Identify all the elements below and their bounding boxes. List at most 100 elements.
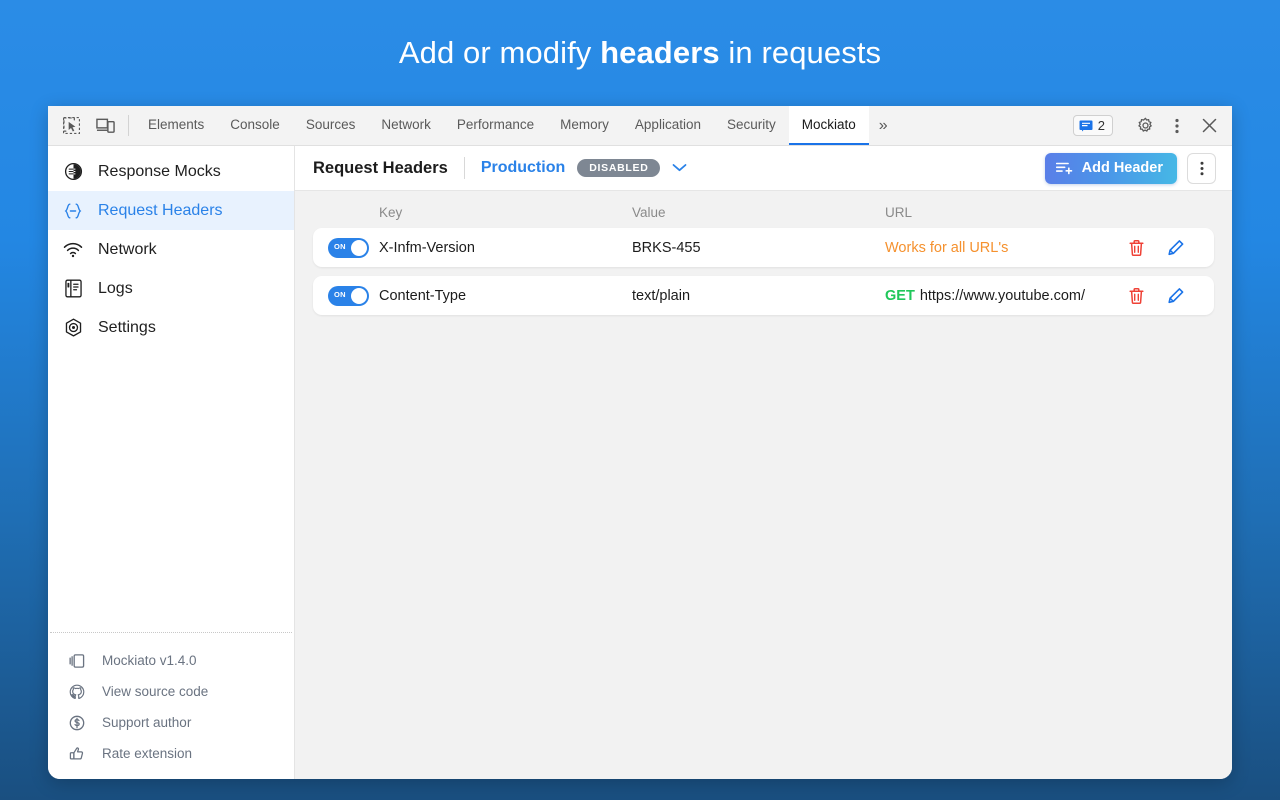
footer-item-support-author[interactable]: Support author [50,707,292,738]
request-headers-icon [62,200,84,222]
sidebar-item-network[interactable]: Network [48,230,294,269]
app-version-icon [68,652,86,670]
promo-text-after: in requests [719,35,882,70]
footer-item-label: Support author [102,715,192,730]
edit-pencil-icon [1168,239,1184,255]
table-row: ON X-Infm-Version BRKS-455 Works for all… [313,228,1214,267]
row-value: BRKS-455 [632,239,701,256]
edit-pencil-icon [1168,287,1184,303]
add-header-icon [1055,162,1072,174]
promo-headline: Add or modify headers in requests [0,0,1280,106]
tab-network[interactable]: Network [368,106,444,145]
row-enable-toggle[interactable]: ON [328,285,369,306]
trash-icon [1129,287,1144,304]
footer-item-rate-extension[interactable]: Rate extension [50,738,292,769]
edit-row-button[interactable] [1167,287,1185,305]
column-header-url: URL [885,205,913,220]
sidebar-item-label: Logs [98,279,133,297]
sidebar-item-logs[interactable]: Logs [48,269,294,308]
devtools-tabstrip: Elements Console Sources Network Perform… [48,106,1232,146]
tab-console[interactable]: Console [217,106,293,145]
devtools-window: Elements Console Sources Network Perform… [48,106,1232,779]
table-row: ON Content-Type text/plain GET https://ww… [313,276,1214,315]
toggle-knob [351,287,367,304]
footer-item-label: View source code [102,684,209,699]
message-count-label: 2 [1097,118,1105,133]
thumbs-up-icon [68,745,86,763]
tab-sources[interactable]: Sources [293,106,369,145]
message-count-badge[interactable]: 2 [1072,115,1113,136]
headers-table: Key Value URL ON X-Infm-Version BRKS-455 [295,191,1232,324]
row-url-all-label: Works for all URL's [885,239,1009,256]
more-options-icon[interactable] [1162,111,1192,141]
status-badge: DISABLED [577,158,660,178]
settings-gear-icon[interactable] [1130,111,1160,141]
delete-row-button[interactable] [1128,287,1145,305]
main-more-options-button[interactable] [1187,152,1216,184]
sidebar-item-label: Request Headers [98,201,223,219]
response-mocks-icon [62,161,84,183]
row-toggle-cell: ON [313,237,379,258]
tab-elements[interactable]: Elements [135,106,217,145]
add-header-button[interactable]: Add Header [1044,152,1177,184]
tab-performance[interactable]: Performance [444,106,547,145]
sidebar-item-label: Response Mocks [98,162,221,180]
toggle-state-label: ON [334,241,346,251]
toggle-knob [351,239,367,256]
page-title: Request Headers [313,158,448,177]
devtools-tab-list: Elements Console Sources Network Perform… [135,106,1073,145]
sidebar-item-settings[interactable]: Settings [48,308,294,347]
row-key: Content-Type [379,287,467,304]
settings-hex-icon [62,317,84,339]
toggle-state-label: ON [334,289,346,299]
toolbar-separator [128,115,129,136]
row-enable-toggle[interactable]: ON [328,237,369,258]
environment-selector[interactable]: Production [481,159,565,177]
tab-mockiato[interactable]: Mockiato [788,106,869,145]
devtools-toolbar-right: 2 [1072,106,1232,145]
network-wifi-icon [62,239,84,261]
footer-item-label: Rate extension [102,746,193,761]
main-content: Request Headers Production DISABLED Add … [295,146,1232,779]
close-devtools-icon[interactable] [1194,111,1224,141]
delete-row-button[interactable] [1128,239,1145,257]
tab-memory[interactable]: Memory [547,106,622,145]
row-value: text/plain [632,287,691,304]
panel-body: Response Mocks Request Headers Network L… [48,146,1232,779]
row-toggle-cell: ON [313,285,379,306]
column-header-value: Value [632,205,666,220]
device-toolbar-icon[interactable] [88,106,122,145]
message-icon [1079,120,1093,131]
more-tabs-icon[interactable]: » [869,106,898,145]
row-key: X-Infm-Version [379,239,475,256]
sidebar-item-response-mocks[interactable]: Response Mocks [48,152,294,191]
column-header-key: Key [379,205,403,220]
sidebar: Response Mocks Request Headers Network L… [48,146,295,779]
row-url: Works for all URL's [885,240,1128,256]
logs-book-icon [62,278,84,300]
row-actions [1128,239,1214,257]
add-header-button-label: Add Header [1081,160,1163,176]
more-options-icon [1200,161,1203,175]
row-url-method: GET [885,287,915,304]
footer-item-source-code[interactable]: View source code [50,676,292,707]
footer-item-label: Mockiato v1.4.0 [102,653,197,668]
tab-security[interactable]: Security [714,106,789,145]
row-actions [1128,287,1214,305]
sidebar-item-label: Network [98,240,157,258]
row-url: GET https://www.youtube.com/ [885,288,1128,304]
tab-application[interactable]: Application [622,106,714,145]
row-url-text: https://www.youtube.com/ [919,287,1086,304]
sidebar-item-request-headers[interactable]: Request Headers [48,191,294,230]
chevron-down-icon[interactable] [672,163,687,173]
sidebar-nav-list: Response Mocks Request Headers Network L… [48,152,294,632]
promo-text-before: Add or modify [398,35,601,70]
inspect-element-icon[interactable] [54,106,88,145]
table-column-headers: Key Value URL [313,201,1214,228]
header-divider [463,157,465,179]
github-icon [68,683,86,701]
edit-row-button[interactable] [1167,239,1185,257]
dollar-circle-icon [68,714,86,732]
main-header: Request Headers Production DISABLED Add … [295,146,1232,191]
footer-item-version[interactable]: Mockiato v1.4.0 [50,645,292,676]
